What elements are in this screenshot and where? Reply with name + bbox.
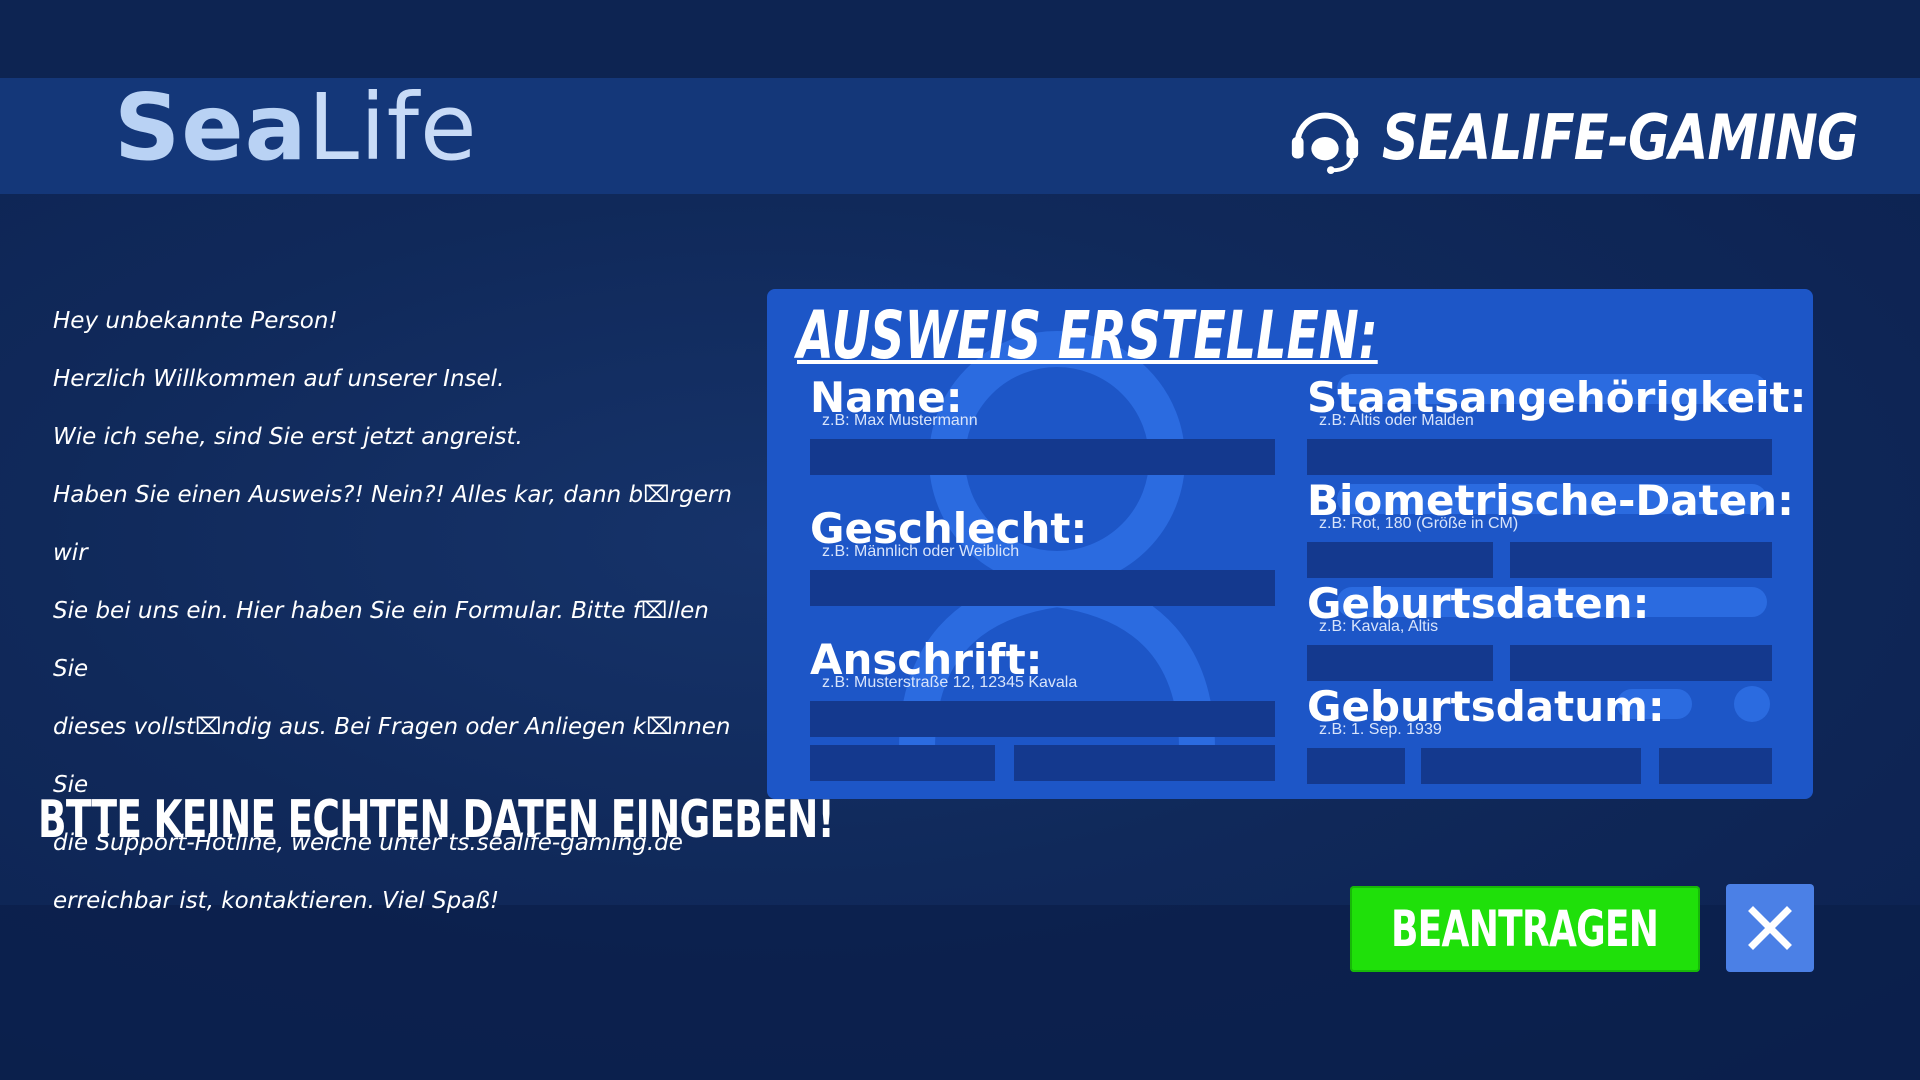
top-background-band [0, 0, 1920, 78]
close-icon [1748, 906, 1792, 950]
intro-line: Sie bei uns ein. Hier haben Sie ein Form… [53, 598, 709, 682]
form-title: AUSWEIS ERSTELLEN: [797, 297, 1378, 374]
address-street-input[interactable] [810, 701, 1275, 737]
birthplace-field-label-group: Geburtsdaten: z.B: Kavala, Altis [1307, 582, 1649, 636]
birth-city-input[interactable] [1307, 645, 1493, 681]
submit-button[interactable]: BEANTRAGEN [1350, 886, 1700, 972]
name-hint: z.B: Max Mustermann [822, 412, 978, 429]
address-zip-input[interactable] [810, 745, 995, 781]
gender-field-label-group: Geschlecht: z.B: Männlich oder Weiblich [810, 507, 1087, 561]
sealife-logo: SeaLife [114, 82, 478, 174]
birth-year-input[interactable] [1659, 748, 1772, 784]
gender-input[interactable] [810, 570, 1275, 606]
brand: SEALIFE-GAMING [1286, 98, 1898, 176]
name-field-label-group: Name: z.B: Max Mustermann [810, 376, 978, 430]
id-form-card: AUSWEIS ERSTELLEN: Name: z.B: Max Muster… [767, 289, 1813, 799]
close-button[interactable] [1726, 884, 1814, 972]
intro-welcome: Herzlich Willkommen auf unserer Insel. [53, 366, 505, 392]
nationality-field-label-group: Staatsangehörigkeit: z.B: Altis oder Mal… [1307, 376, 1806, 430]
submit-button-label: BEANTRAGEN [1391, 900, 1659, 958]
warning-text: BTTE KEINE ECHTEN DATEN EINGEBEN! [38, 790, 835, 850]
birth-month-input[interactable] [1421, 748, 1641, 784]
logo-light-text: Life [307, 74, 478, 181]
headset-icon [1291, 112, 1358, 175]
intro-line: erreichbar ist, kontaktieren. Viel Spaß! [53, 888, 500, 914]
birthdate-field-label-group: Geburtsdatum: z.B: 1. Sep. 1939 [1307, 685, 1665, 739]
intro-arrived: Wie ich sehe, sind Sie erst jetzt angrei… [53, 424, 523, 450]
intro-greeting: Hey unbekannte Person! [53, 308, 338, 334]
address-hint: z.B: Musterstraße 12, 12345 Kavala [822, 674, 1078, 691]
name-input[interactable] [810, 439, 1275, 475]
eye-color-input[interactable] [1307, 542, 1493, 578]
address-city-input[interactable] [1014, 745, 1275, 781]
brand-name: SEALIFE-GAMING [1381, 100, 1859, 174]
logo-bold-text: Sea [114, 74, 308, 181]
biometrics-field-label-group: Biometrische-Daten: z.B: Rot, 180 (Größe… [1307, 479, 1794, 533]
intro-line: Haben Sie einen Ausweis?! Nein?! Alles k… [53, 482, 732, 566]
nationality-input[interactable] [1307, 439, 1772, 475]
birth-country-input[interactable] [1510, 645, 1772, 681]
birth-day-input[interactable] [1307, 748, 1405, 784]
height-input[interactable] [1510, 542, 1772, 578]
address-field-label-group: Anschrift: z.B: Musterstraße 12, 12345 K… [810, 638, 1077, 692]
